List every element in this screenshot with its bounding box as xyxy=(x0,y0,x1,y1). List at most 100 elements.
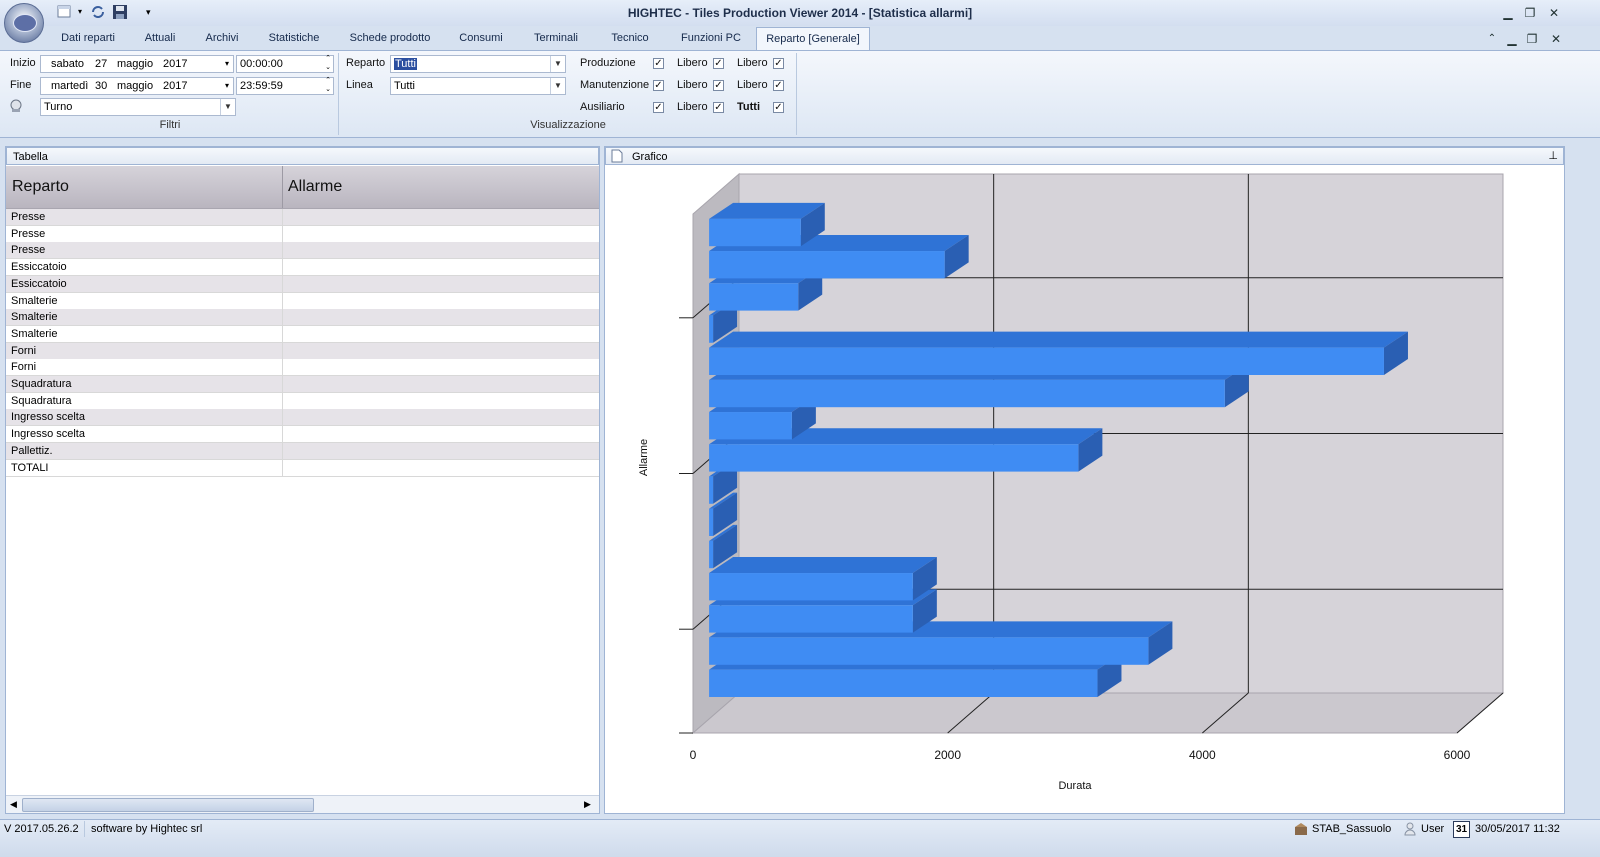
fine-day: 30 xyxy=(95,80,108,92)
shift-select[interactable]: Turno ▼ xyxy=(40,98,236,116)
cell-divider xyxy=(282,392,283,409)
table-row[interactable]: Smalterie xyxy=(6,325,599,343)
table-row[interactable]: Ingresso scelta xyxy=(6,409,599,427)
linea-value: Tutti xyxy=(394,80,415,92)
inizio-day: 27 xyxy=(95,58,108,70)
checkbox-libero-4[interactable]: ✓ xyxy=(773,80,784,91)
table-row[interactable]: Essiccatoio xyxy=(6,259,599,277)
table-row[interactable]: Essiccatoio xyxy=(6,275,599,293)
checkbox-libero-1[interactable]: ✓ xyxy=(713,58,724,69)
column-header-reparto[interactable]: Reparto xyxy=(12,178,69,196)
checkbox-ausiliario[interactable]: ✓ xyxy=(653,102,664,113)
bar xyxy=(709,251,945,279)
bar-top-face xyxy=(709,331,1408,348)
table-row[interactable]: Smalterie xyxy=(6,309,599,327)
new-document-icon[interactable] xyxy=(56,4,76,20)
chevron-down-icon[interactable]: ▾ xyxy=(225,78,229,94)
reparto-label: Reparto xyxy=(346,57,386,69)
table-row[interactable]: Forni xyxy=(6,342,599,360)
cell-reparto: Presse xyxy=(11,227,46,240)
checkbox-libero-5[interactable]: ✓ xyxy=(713,102,724,113)
collapse-ribbon-icon[interactable]: ⌃ xyxy=(1484,32,1500,46)
application-menu-button[interactable] xyxy=(4,3,44,43)
cell-divider xyxy=(282,209,283,225)
horizontal-scrollbar[interactable]: ◀ ▶ xyxy=(6,795,599,813)
scroll-thumb[interactable] xyxy=(22,798,314,812)
table-row[interactable]: Presse xyxy=(6,242,599,260)
table-row[interactable]: Presse xyxy=(6,209,599,226)
table-row[interactable]: Pallettiz. xyxy=(6,442,599,460)
x-tick-label: 6000 xyxy=(1444,748,1471,762)
checkbox-libero-3[interactable]: ✓ xyxy=(713,80,724,91)
checkbox-tutti[interactable]: ✓ xyxy=(773,102,784,113)
cell-reparto: TOTALI xyxy=(11,461,49,474)
restore-icon[interactable]: ❐ xyxy=(1522,6,1538,20)
inizio-time-spinner[interactable]: 00:00:00 ⌃ ⌄ xyxy=(236,55,334,73)
fine-date-picker[interactable]: martedì 30 maggio 2017 ▾ xyxy=(40,77,234,95)
status-separator xyxy=(84,821,85,837)
chevron-down-icon[interactable]: ▼ xyxy=(550,56,565,72)
chart-panel: Grafico ⊥ 0 2000 4000 6000 Durata Allarme xyxy=(604,146,1565,814)
table-row[interactable]: Forni xyxy=(6,359,599,377)
scroll-left-icon[interactable]: ◀ xyxy=(10,799,17,810)
tab-reparto-generale[interactable]: Reparto [Generale] xyxy=(756,27,870,51)
inizio-date-picker[interactable]: sabato 27 maggio 2017 ▾ xyxy=(40,55,234,73)
chevron-down-icon[interactable]: ▼ xyxy=(550,78,565,94)
table-row[interactable]: Presse xyxy=(6,225,599,243)
column-header-allarme[interactable]: Allarme xyxy=(288,178,342,196)
tab-tecnico[interactable]: Tecnico xyxy=(596,27,664,49)
mdi-restore-icon[interactable]: ❐ xyxy=(1524,32,1540,46)
table-row[interactable]: Squadratura xyxy=(6,376,599,393)
spin-icon[interactable]: ⌃ ⌄ xyxy=(325,76,331,94)
cell-divider xyxy=(282,292,283,309)
save-icon[interactable] xyxy=(112,4,128,20)
minimize-icon[interactable]: ▁ xyxy=(1500,6,1516,20)
tab-archivi[interactable]: Archivi xyxy=(192,27,252,49)
tab-schede-prodotto[interactable]: Schede prodotto xyxy=(340,27,440,49)
check-label-libero-5: Libero xyxy=(677,101,708,113)
cell-divider xyxy=(282,442,283,459)
reparto-select[interactable]: Tutti ▼ xyxy=(390,55,566,73)
tab-dati-reparti[interactable]: Dati reparti xyxy=(50,27,126,49)
visualizzazione-group-label: Visualizzazione xyxy=(530,119,606,131)
cell-reparto: Ingresso scelta xyxy=(11,411,85,424)
chart-panel-header: Grafico ⊥ xyxy=(605,147,1564,165)
dropdown-arrow-icon[interactable]: ▾ xyxy=(78,4,86,20)
fine-time-spinner[interactable]: 23:59:59 ⌃ ⌄ xyxy=(236,77,334,95)
scroll-right-icon[interactable]: ▶ xyxy=(584,799,591,810)
x-axis-label: Durata xyxy=(1058,780,1092,792)
tab-funzioni-pc[interactable]: Funzioni PC xyxy=(668,27,754,49)
chevron-down-icon[interactable]: ▾ xyxy=(225,56,229,72)
close-icon[interactable]: ✕ xyxy=(1546,6,1562,20)
customize-toolbar-icon[interactable]: ▾ xyxy=(146,4,156,20)
mdi-minimize-icon[interactable]: ▁ xyxy=(1504,32,1520,46)
station-icon xyxy=(1294,822,1308,836)
check-label-tutti: Tutti xyxy=(737,101,761,113)
table-row[interactable]: Squadratura xyxy=(6,392,599,410)
mdi-close-icon[interactable]: ✕ xyxy=(1548,32,1564,46)
cell-reparto: Ingresso scelta xyxy=(11,428,85,441)
pin-icon[interactable]: ⊥ xyxy=(1548,147,1558,165)
checkbox-libero-2[interactable]: ✓ xyxy=(773,58,784,69)
refresh-icon[interactable] xyxy=(90,4,106,20)
tab-statistiche[interactable]: Statistiche xyxy=(256,27,332,49)
checkbox-produzione[interactable]: ✓ xyxy=(653,58,664,69)
spin-icon[interactable]: ⌃ ⌄ xyxy=(325,54,331,72)
filtri-group-label: Filtri xyxy=(159,119,181,131)
y-axis-label: Allarme xyxy=(638,439,650,476)
tab-terminali[interactable]: Terminali xyxy=(520,27,592,49)
table-row[interactable]: Ingresso scelta xyxy=(6,426,599,444)
tab-attuali[interactable]: Attuali xyxy=(130,27,190,49)
fine-label: Fine xyxy=(10,79,32,91)
table-row[interactable]: Smalterie xyxy=(6,292,599,310)
chart-panel-title: Grafico xyxy=(632,151,668,163)
cell-divider xyxy=(282,242,283,259)
table-row[interactable]: TOTALI xyxy=(6,459,599,477)
x-tick-label: 0 xyxy=(690,748,697,762)
checkbox-manutenzione[interactable]: ✓ xyxy=(653,80,664,91)
linea-select[interactable]: Tutti ▼ xyxy=(390,77,566,95)
chevron-down-icon[interactable]: ▼ xyxy=(220,99,235,115)
bar xyxy=(709,412,792,440)
fine-year: 2017 xyxy=(163,80,188,92)
tab-consumi[interactable]: Consumi xyxy=(446,27,516,49)
